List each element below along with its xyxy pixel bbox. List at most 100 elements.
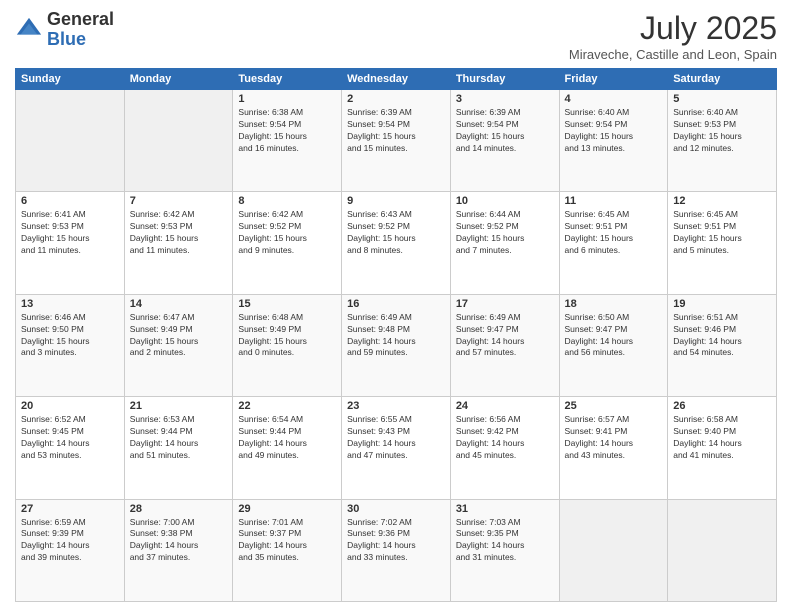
day-number: 11	[565, 195, 663, 207]
day-cell: 17 Sunrise: 6:49 AM Sunset: 9:47 PM Dayli…	[450, 294, 559, 396]
day-info: Sunrise: 6:41 AM Sunset: 9:53 PM Dayligh…	[21, 209, 119, 257]
calendar-body: 1 Sunrise: 6:38 AM Sunset: 9:54 PM Daylig…	[16, 90, 777, 602]
day-cell: 26 Sunrise: 6:58 AM Sunset: 9:40 PM Dayli…	[668, 397, 777, 499]
header: General Blue July 2025 Miraveche, Castil…	[15, 10, 777, 62]
day-cell: 5Sunrise: 6:40 AM Sunset: 9:53 PM Daylig…	[668, 90, 777, 192]
day-info: Sunrise: 6:38 AM Sunset: 9:54 PM Dayligh…	[238, 107, 336, 155]
week-row-0: 1 Sunrise: 6:38 AM Sunset: 9:54 PM Daylig…	[16, 90, 777, 192]
day-number: 6	[21, 195, 119, 207]
day-info: Sunrise: 6:40 AM Sunset: 9:53 PM Dayligh…	[673, 107, 771, 155]
day-number: 17	[456, 298, 554, 310]
day-number: 13	[21, 298, 119, 310]
week-row-2: 13 Sunrise: 6:46 AM Sunset: 9:50 PM Dayli…	[16, 294, 777, 396]
day-cell: 16 Sunrise: 6:49 AM Sunset: 9:48 PM Dayli…	[342, 294, 451, 396]
day-number: 3	[456, 93, 554, 105]
month-title: July 2025	[569, 10, 777, 47]
day-info: Sunrise: 6:52 AM Sunset: 9:45 PM Dayligh…	[21, 414, 119, 462]
day-number: 14	[130, 298, 228, 310]
day-info: Sunrise: 6:58 AM Sunset: 9:40 PM Dayligh…	[673, 414, 771, 462]
day-cell: 23 Sunrise: 6:55 AM Sunset: 9:43 PM Dayli…	[342, 397, 451, 499]
day-info: Sunrise: 6:48 AM Sunset: 9:49 PM Dayligh…	[238, 312, 336, 360]
day-info: Sunrise: 6:39 AM Sunset: 9:54 PM Dayligh…	[456, 107, 554, 155]
day-info: Sunrise: 6:54 AM Sunset: 9:44 PM Dayligh…	[238, 414, 336, 462]
day-number: 23	[347, 400, 445, 412]
day-info: Sunrise: 7:01 AM Sunset: 9:37 PM Dayligh…	[238, 517, 336, 565]
day-cell: 12Sunrise: 6:45 AM Sunset: 9:51 PM Dayli…	[668, 192, 777, 294]
day-cell: 14 Sunrise: 6:47 AM Sunset: 9:49 PM Dayli…	[124, 294, 233, 396]
day-info: Sunrise: 6:49 AM Sunset: 9:47 PM Dayligh…	[456, 312, 554, 360]
week-row-3: 20Sunrise: 6:52 AM Sunset: 9:45 PM Dayli…	[16, 397, 777, 499]
day-info: Sunrise: 6:46 AM Sunset: 9:50 PM Dayligh…	[21, 312, 119, 360]
col-monday: Monday	[124, 69, 233, 90]
day-info: Sunrise: 6:50 AM Sunset: 9:47 PM Dayligh…	[565, 312, 663, 360]
calendar: Sunday Monday Tuesday Wednesday Thursday…	[15, 68, 777, 602]
day-number: 25	[565, 400, 663, 412]
logo-text: General Blue	[47, 10, 114, 50]
day-number: 26	[673, 400, 771, 412]
day-info: Sunrise: 6:49 AM Sunset: 9:48 PM Dayligh…	[347, 312, 445, 360]
day-info: Sunrise: 6:47 AM Sunset: 9:49 PM Dayligh…	[130, 312, 228, 360]
day-info: Sunrise: 6:53 AM Sunset: 9:44 PM Dayligh…	[130, 414, 228, 462]
day-info: Sunrise: 6:43 AM Sunset: 9:52 PM Dayligh…	[347, 209, 445, 257]
day-number: 4	[565, 93, 663, 105]
day-info: Sunrise: 6:57 AM Sunset: 9:41 PM Dayligh…	[565, 414, 663, 462]
col-friday: Friday	[559, 69, 668, 90]
day-cell: 6 Sunrise: 6:41 AM Sunset: 9:53 PM Daylig…	[16, 192, 125, 294]
day-cell: 29 Sunrise: 7:01 AM Sunset: 9:37 PM Dayli…	[233, 499, 342, 601]
day-number: 27	[21, 503, 119, 515]
day-info: Sunrise: 6:45 AM Sunset: 9:51 PM Dayligh…	[565, 209, 663, 257]
day-info: Sunrise: 6:59 AM Sunset: 9:39 PM Dayligh…	[21, 517, 119, 565]
day-info: Sunrise: 7:03 AM Sunset: 9:35 PM Dayligh…	[456, 517, 554, 565]
day-number: 15	[238, 298, 336, 310]
title-block: July 2025 Miraveche, Castille and Leon, …	[569, 10, 777, 62]
day-number: 21	[130, 400, 228, 412]
page: General Blue July 2025 Miraveche, Castil…	[0, 0, 792, 612]
day-cell: 31Sunrise: 7:03 AM Sunset: 9:35 PM Dayli…	[450, 499, 559, 601]
day-cell: 8Sunrise: 6:42 AM Sunset: 9:52 PM Daylig…	[233, 192, 342, 294]
calendar-header: Sunday Monday Tuesday Wednesday Thursday…	[16, 69, 777, 90]
day-cell	[124, 90, 233, 192]
day-cell: 25 Sunrise: 6:57 AM Sunset: 9:41 PM Dayli…	[559, 397, 668, 499]
col-wednesday: Wednesday	[342, 69, 451, 90]
day-number: 16	[347, 298, 445, 310]
day-cell: 20Sunrise: 6:52 AM Sunset: 9:45 PM Dayli…	[16, 397, 125, 499]
logo-icon	[15, 16, 43, 44]
week-row-1: 6 Sunrise: 6:41 AM Sunset: 9:53 PM Daylig…	[16, 192, 777, 294]
day-info: Sunrise: 6:56 AM Sunset: 9:42 PM Dayligh…	[456, 414, 554, 462]
day-cell: 19Sunrise: 6:51 AM Sunset: 9:46 PM Dayli…	[668, 294, 777, 396]
day-number: 28	[130, 503, 228, 515]
day-number: 9	[347, 195, 445, 207]
day-info: Sunrise: 7:00 AM Sunset: 9:38 PM Dayligh…	[130, 517, 228, 565]
day-info: Sunrise: 6:45 AM Sunset: 9:51 PM Dayligh…	[673, 209, 771, 257]
subtitle: Miraveche, Castille and Leon, Spain	[569, 47, 777, 62]
day-cell: 24 Sunrise: 6:56 AM Sunset: 9:42 PM Dayli…	[450, 397, 559, 499]
day-number: 2	[347, 93, 445, 105]
day-number: 18	[565, 298, 663, 310]
day-info: Sunrise: 6:42 AM Sunset: 9:53 PM Dayligh…	[130, 209, 228, 257]
day-number: 24	[456, 400, 554, 412]
day-cell: 2Sunrise: 6:39 AM Sunset: 9:54 PM Daylig…	[342, 90, 451, 192]
day-number: 1	[238, 93, 336, 105]
week-row-4: 27 Sunrise: 6:59 AM Sunset: 9:39 PM Dayli…	[16, 499, 777, 601]
day-number: 29	[238, 503, 336, 515]
day-info: Sunrise: 6:40 AM Sunset: 9:54 PM Dayligh…	[565, 107, 663, 155]
day-info: Sunrise: 7:02 AM Sunset: 9:36 PM Dayligh…	[347, 517, 445, 565]
day-cell: 18 Sunrise: 6:50 AM Sunset: 9:47 PM Dayli…	[559, 294, 668, 396]
day-info: Sunrise: 6:55 AM Sunset: 9:43 PM Dayligh…	[347, 414, 445, 462]
day-cell: 9 Sunrise: 6:43 AM Sunset: 9:52 PM Daylig…	[342, 192, 451, 294]
logo-blue: Blue	[47, 29, 86, 49]
day-info: Sunrise: 6:44 AM Sunset: 9:52 PM Dayligh…	[456, 209, 554, 257]
day-number: 19	[673, 298, 771, 310]
day-number: 10	[456, 195, 554, 207]
day-cell: 1 Sunrise: 6:38 AM Sunset: 9:54 PM Daylig…	[233, 90, 342, 192]
day-cell: 3 Sunrise: 6:39 AM Sunset: 9:54 PM Daylig…	[450, 90, 559, 192]
day-number: 7	[130, 195, 228, 207]
col-saturday: Saturday	[668, 69, 777, 90]
day-cell: 21 Sunrise: 6:53 AM Sunset: 9:44 PM Dayli…	[124, 397, 233, 499]
logo-general: General	[47, 9, 114, 29]
day-number: 22	[238, 400, 336, 412]
col-thursday: Thursday	[450, 69, 559, 90]
day-cell: 28 Sunrise: 7:00 AM Sunset: 9:38 PM Dayli…	[124, 499, 233, 601]
day-cell: 7 Sunrise: 6:42 AM Sunset: 9:53 PM Daylig…	[124, 192, 233, 294]
day-cell: 4 Sunrise: 6:40 AM Sunset: 9:54 PM Daylig…	[559, 90, 668, 192]
